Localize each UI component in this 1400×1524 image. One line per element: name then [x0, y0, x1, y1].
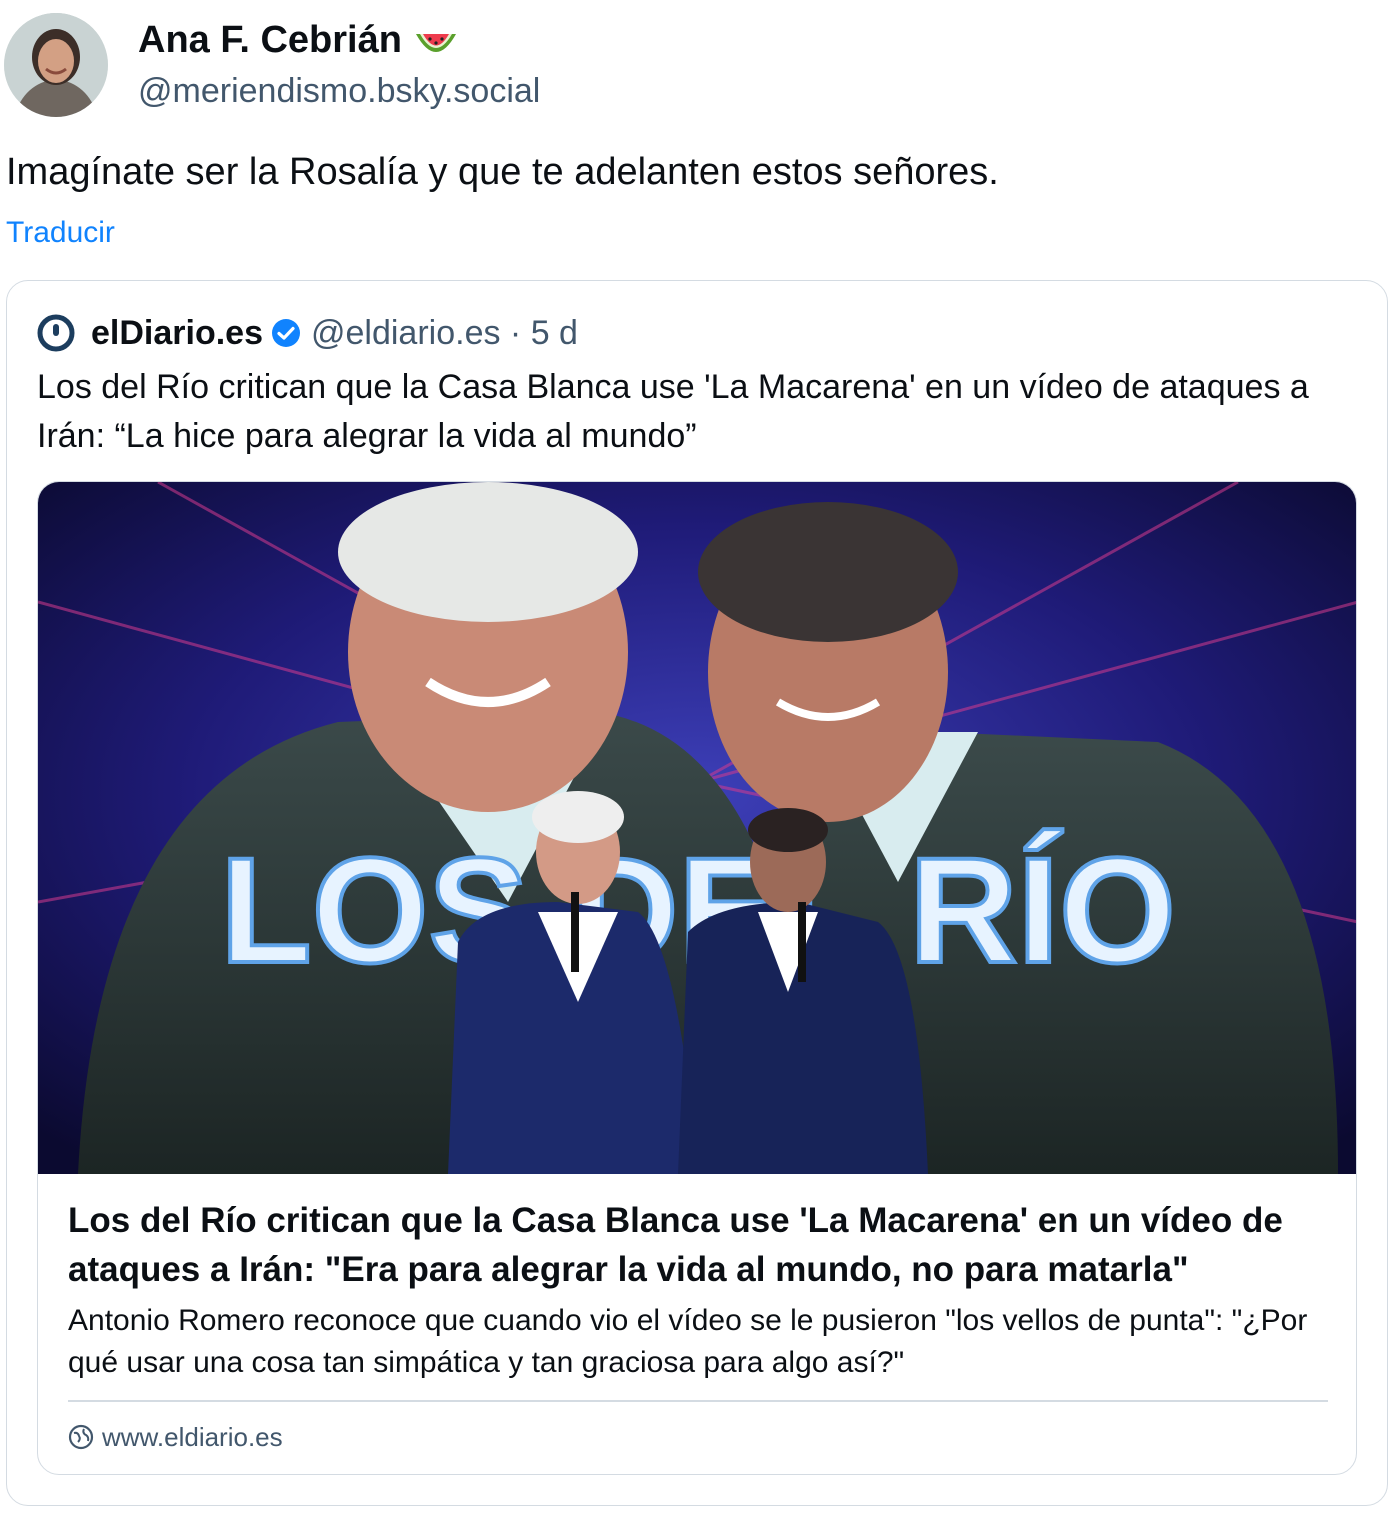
quoted-author-name[interactable]: elDiario.es: [91, 314, 263, 353]
link-preview-title[interactable]: Los del Río critican que la Casa Blanca …: [68, 1196, 1328, 1294]
link-preview-domain-row: www.eldiario.es: [68, 1420, 283, 1454]
verified-badge-icon: [271, 319, 300, 347]
link-preview-card[interactable]: LOS DEL RÍO Los del Río critican que la …: [37, 481, 1357, 1475]
author-display-name[interactable]: Ana F. Cebrián: [138, 17, 402, 63]
avatar[interactable]: [4, 13, 108, 117]
author-handle[interactable]: @meriendismo.bsky.social: [138, 69, 540, 113]
post-text: Imagínate ser la Rosalía y que te adelan…: [6, 151, 999, 193]
quoted-author-handle-time[interactable]: @eldiario.es · 5 d: [311, 314, 578, 353]
link-preview-description: Antonio Romero reconoce que cuando vio e…: [68, 1304, 1308, 1379]
quoted-post[interactable]: elDiario.es @eldiario.es · 5 d Los del R…: [6, 280, 1388, 1506]
divider: [68, 1400, 1328, 1402]
eldiario-logo-icon[interactable]: [37, 314, 75, 352]
globe-icon: [68, 1424, 94, 1450]
link-preview-image[interactable]: LOS DEL RÍO: [38, 482, 1356, 1174]
quoted-post-header: elDiario.es @eldiario.es · 5 d: [37, 311, 578, 355]
quoted-post-text: Los del Río critican que la Casa Blanca …: [37, 368, 1309, 455]
author-name-row[interactable]: Ana F. Cebrián: [138, 17, 540, 63]
link-preview-domain: www.eldiario.es: [102, 1421, 283, 1452]
post-author[interactable]: Ana F. Cebrián @meriendismo.bsky.social: [4, 10, 540, 120]
translate-link[interactable]: Traducir: [6, 214, 115, 252]
watermelon-icon: [414, 25, 458, 55]
